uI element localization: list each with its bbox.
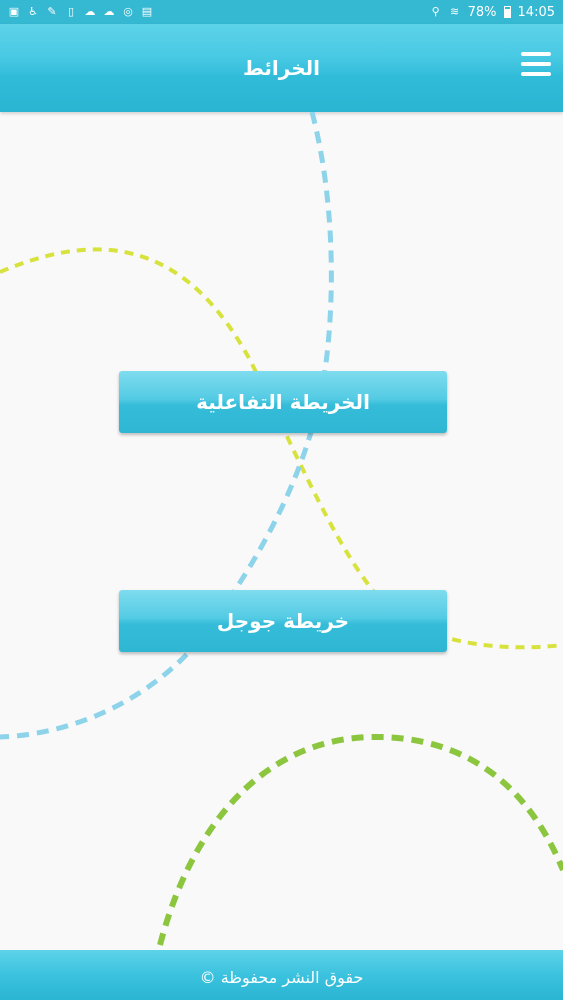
location-icon: ⚲ [431, 5, 440, 18]
app-header: الخرائط [0, 24, 563, 112]
yellow-dashed-curve [0, 247, 563, 650]
screen: ▣ ♿ ✎ ▯ ☁ ☁ ◎ ▤ ⚲ ≋ 78% 14:05 الخرائط ال… [0, 0, 563, 1000]
clipboard-icon: ▤ [141, 5, 153, 18]
sync-icon: ◎ [123, 5, 133, 18]
cloud-icon: ☁ [84, 5, 96, 18]
hamburger-menu-icon[interactable] [521, 52, 551, 78]
footer: حقوق النشر محفوظة © [0, 950, 563, 1000]
sim-icon: ▯ [67, 5, 75, 18]
status-right-icons: ⚲ ≋ 78% 14:05 [430, 5, 555, 20]
wrench-icon: ✎ [47, 5, 57, 18]
cloud-icon: ☁ [103, 5, 115, 18]
gallery-icon: ▣ [8, 5, 20, 18]
accessibility-icon: ♿ [28, 5, 38, 18]
battery-icon [503, 6, 511, 18]
battery-percent: 78% [467, 4, 497, 20]
page-title: الخرائط [242, 56, 320, 80]
green-dashed-curve [157, 733, 563, 946]
status-bar: ▣ ♿ ✎ ▯ ☁ ☁ ◎ ▤ ⚲ ≋ 78% 14:05 [0, 0, 563, 24]
decorative-curves [0, 112, 563, 946]
clock: 14:05 [517, 4, 555, 20]
wifi-icon: ≋ [450, 5, 460, 18]
interactive-map-button[interactable]: الخريطة التفاعلية [119, 371, 447, 433]
copyright-text: حقوق النشر محفوظة © [199, 968, 364, 987]
status-left-icons: ▣ ♿ ✎ ▯ ☁ ☁ ◎ ▤ [8, 6, 153, 18]
google-map-button[interactable]: خريطة جوجل [119, 590, 447, 652]
